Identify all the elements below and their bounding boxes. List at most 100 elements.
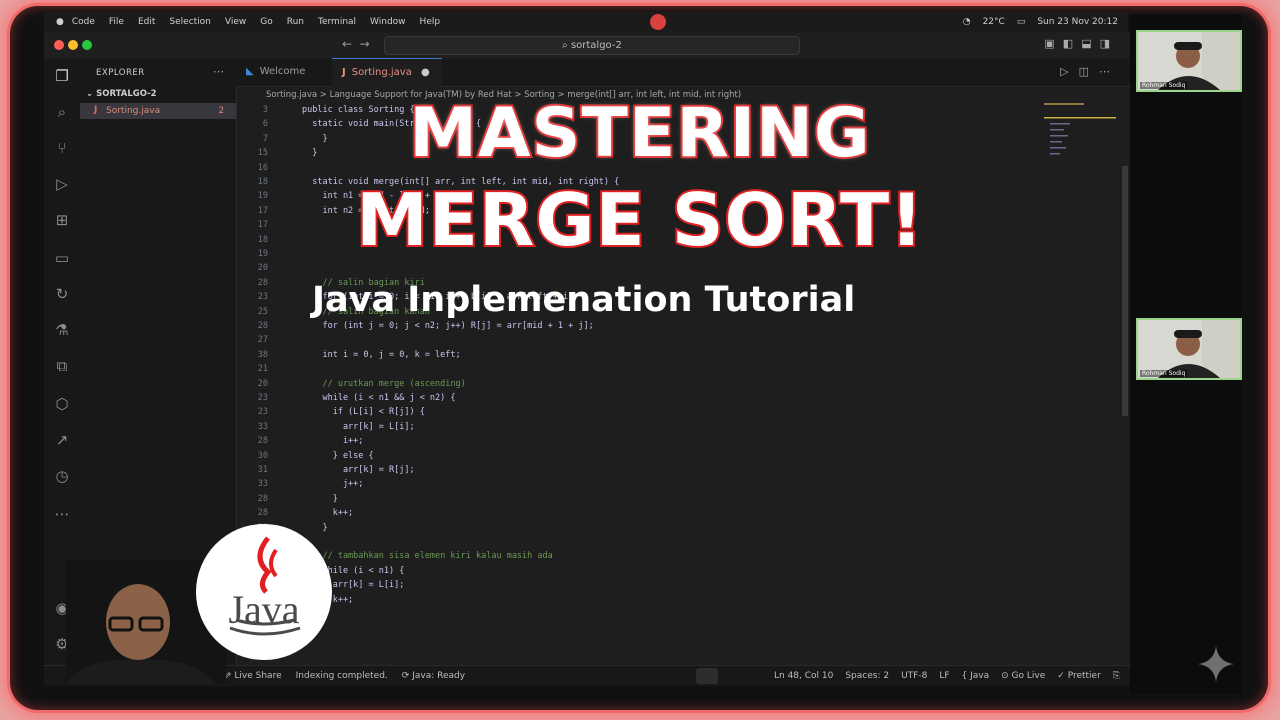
menu-item[interactable]: Go <box>260 17 272 27</box>
code-text: } <box>302 493 338 504</box>
clock-text[interactable]: Sun 23 Nov 20:12 <box>1037 17 1118 27</box>
line-number: 21 <box>257 364 268 375</box>
sidebar-toggle-icon[interactable]: ◧ <box>1063 37 1073 50</box>
more-actions-icon[interactable]: ⋯ <box>1099 65 1110 78</box>
code-text: // tambahkan sisa elemen kiri kalau masi… <box>302 551 553 562</box>
cursor-position[interactable]: Ln 48, Col 10 <box>774 666 833 686</box>
menu-item[interactable]: View <box>225 17 246 27</box>
menu-item[interactable]: Help <box>420 17 441 27</box>
line-number: 28 <box>257 277 268 288</box>
headline-subtitle: Java Inplemenation Tutorial <box>312 280 856 320</box>
language-label: Java <box>970 671 990 681</box>
battery-icon[interactable]: ▭ <box>1017 17 1026 27</box>
testing-icon[interactable]: ⚗ <box>52 320 72 340</box>
explorer-icon[interactable]: ❐ <box>52 66 72 86</box>
aux-bar-icon[interactable]: ◨ <box>1100 37 1110 50</box>
line-number: 33 <box>257 479 268 490</box>
indexing-status[interactable]: Indexing completed. <box>296 666 388 686</box>
command-center-label: sortalgo-2 <box>570 40 622 51</box>
language-mode[interactable]: { Java <box>962 666 990 686</box>
timeline-icon[interactable]: ◷ <box>52 466 72 486</box>
editor-tabs: ◣ Welcome J Sorting.java ● ▷ ◫ ⋯ <box>236 58 1130 87</box>
zoom-icon[interactable] <box>696 668 718 684</box>
weather-text[interactable]: 22°C <box>983 17 1005 27</box>
line-number: 23 <box>257 292 268 303</box>
maximize-window-button[interactable] <box>82 40 92 50</box>
go-live-button[interactable]: ⊙ Go Live <box>1001 666 1045 686</box>
java-projects-icon[interactable]: ⧉ <box>52 356 72 376</box>
participant-video[interactable]: Rohman Sodiq <box>1136 30 1242 92</box>
apple-icon[interactable]: ● <box>56 17 64 27</box>
line-ending[interactable]: LF <box>939 666 949 686</box>
code-text: arr[k] = L[i]; <box>302 421 415 432</box>
line-number: 28 <box>257 493 268 504</box>
indentation[interactable]: Spaces: 2 <box>845 666 889 686</box>
participant-video[interactable]: Rohman Sodiq <box>1136 318 1242 380</box>
go-live-label: Go Live <box>1011 671 1046 681</box>
menu-item[interactable]: Edit <box>138 17 155 27</box>
prettier-label: Prettier <box>1067 671 1101 681</box>
code-text: // urutkan merge (ascending) <box>302 378 466 389</box>
tab-sorting-java[interactable]: J Sorting.java ● <box>332 58 442 87</box>
headline-line-2: MERGE SORT! <box>354 176 925 264</box>
line-number: 20 <box>257 263 268 274</box>
java-logo-text: Java <box>228 587 300 632</box>
notifications-icon[interactable]: ⎘ <box>1113 666 1120 686</box>
tab-welcome[interactable]: ◣ Welcome <box>236 58 332 86</box>
line-number: 28 <box>257 321 268 331</box>
encoding[interactable]: UTF-8 <box>901 666 927 686</box>
unsaved-dot-icon[interactable]: ● <box>421 67 430 78</box>
menu-item[interactable]: Code <box>72 17 95 27</box>
line-number: 28 <box>257 508 268 519</box>
code-text: k++; <box>302 508 354 519</box>
tab-label: Welcome <box>259 66 306 77</box>
code-text: i++; <box>302 436 364 447</box>
line-number: 23 <box>257 393 268 403</box>
line-number: 27 <box>257 335 268 346</box>
participant-name: Rohman Sodiq <box>1140 370 1188 377</box>
split-editor-icon[interactable]: ◫ <box>1079 65 1089 78</box>
run-icon[interactable]: ▷ <box>1060 65 1068 78</box>
line-number: 30 <box>257 450 268 461</box>
explorer-title: EXPLORER <box>96 68 145 78</box>
more-icon[interactable]: ⋯ <box>52 504 72 524</box>
explorer-more-icon[interactable]: ⋯ <box>213 65 224 78</box>
nav-arrows[interactable]: ← → <box>342 37 370 51</box>
code-text: int i = 0, j = 0, k = left; <box>302 349 461 360</box>
java-logo: Java <box>196 524 332 660</box>
line-number: 23 <box>257 407 268 418</box>
menu-item[interactable]: Selection <box>169 17 210 27</box>
menu-item[interactable]: Terminal <box>318 17 356 27</box>
line-number: 25 <box>257 306 268 317</box>
recording-icon[interactable] <box>650 14 666 30</box>
menu-item[interactable]: Run <box>287 17 304 27</box>
docker-icon[interactable]: ⬡ <box>52 394 72 414</box>
menu-item[interactable]: File <box>109 17 124 27</box>
prettier-status[interactable]: ✓ Prettier <box>1057 666 1101 686</box>
code-text: arr[k] = R[j]; <box>302 465 415 475</box>
line-number: 28 <box>257 436 268 447</box>
layout-icon[interactable]: ▣ <box>1044 37 1054 50</box>
live-share-status[interactable]: ⇗ Live Share <box>224 666 282 686</box>
close-window-button[interactable] <box>54 40 64 50</box>
participant-name: Rohman Sodiq <box>1140 82 1188 89</box>
live-share-icon[interactable]: ↻ <box>52 284 72 304</box>
minimize-window-button[interactable] <box>68 40 78 50</box>
code-text: for (int j = 0; j < n2; j++) R[j] = arr[… <box>302 321 594 331</box>
tab-label: Sorting.java <box>351 67 412 78</box>
code-text: if (L[i] < R[j]) { <box>302 407 425 418</box>
sparkle-icon <box>1198 646 1234 682</box>
share-icon[interactable]: ↗ <box>52 430 72 450</box>
wifi-icon[interactable]: ◔ <box>963 17 971 27</box>
code-text: while (i < n1 && j < n2) { <box>302 393 456 403</box>
code-text: j++; <box>302 479 364 490</box>
panel-toggle-icon[interactable]: ⬓ <box>1081 37 1091 50</box>
title-bar: ← → ⌕ sortalgo-2 ▣ ◧ ⬓ ◨ <box>44 32 1130 59</box>
line-number: 20 <box>257 378 268 389</box>
menu-item[interactable]: Window <box>370 17 406 27</box>
headline-line-1: MASTERING <box>407 92 872 175</box>
java-status[interactable]: ⟳ Java: Ready <box>402 666 465 686</box>
command-center-search[interactable]: ⌕ sortalgo-2 <box>384 36 800 55</box>
java-file-icon: J <box>342 67 346 78</box>
line-number: 33 <box>257 421 268 432</box>
